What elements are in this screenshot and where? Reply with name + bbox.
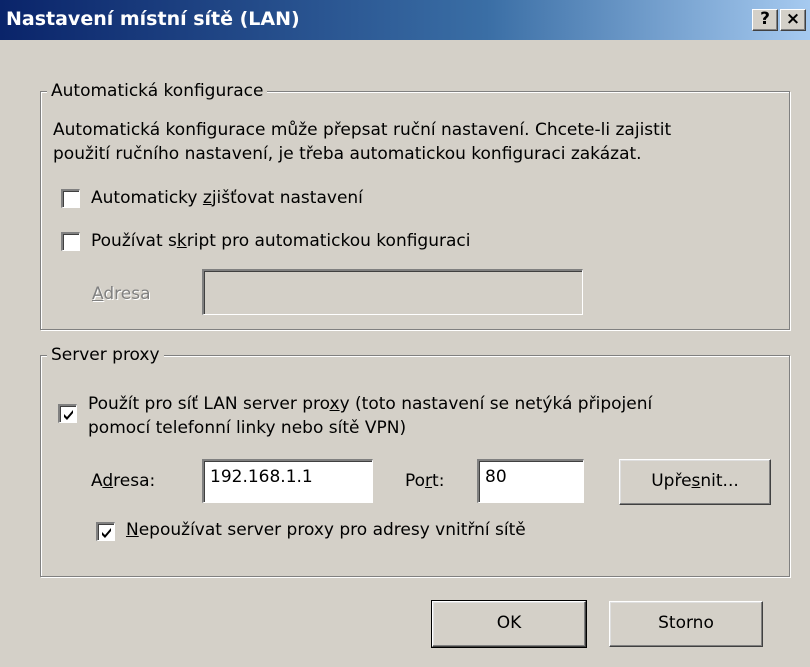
cancel-button[interactable]: Storno [609,601,763,647]
help-button[interactable]: ? [752,9,778,31]
close-button[interactable]: × [780,9,806,31]
auto-config-description-line2: použití ručního nastavení, je třeba auto… [53,144,642,164]
lan-settings-dialog: Nastavení místní sítě (LAN) ? × Automati… [0,0,810,667]
auto-script-label[interactable]: Používat skript pro automatickou konfigu… [91,231,470,251]
proxy-address-label: Adresa: [91,471,156,491]
title-bar[interactable]: Nastavení místní sítě (LAN) ? × [0,0,810,40]
proxy-port-label: Port: [405,471,445,491]
proxy-legend: Server proxy [47,345,164,365]
auto-config-description-line1: Automatická konfigurace může přepsat ruč… [53,120,672,140]
ok-button[interactable]: OK [431,600,587,648]
use-proxy-label-line2[interactable]: pomocí telefonní linky nebo sítě VPN) [88,418,406,438]
use-proxy-checkbox[interactable] [58,404,77,423]
checkmark-icon [64,410,73,420]
auto-detect-checkbox[interactable] [61,189,80,208]
auto-config-legend: Automatická konfigurace [47,81,268,101]
script-address-field[interactable] [202,269,583,315]
bypass-local-checkbox[interactable] [96,522,115,541]
proxy-port-field[interactable]: 80 [477,459,584,503]
auto-script-checkbox[interactable] [61,232,80,251]
bypass-local-label[interactable]: Nepoužívat server proxy pro adresy vnitř… [126,520,526,540]
use-proxy-label-line1[interactable]: Použít pro síť LAN server proxy (toto na… [88,394,652,414]
window-title: Nastavení místní sítě (LAN) [6,8,300,30]
checkmark-icon [102,528,111,538]
advanced-button[interactable]: Upřesnit... [619,459,771,505]
auto-detect-label[interactable]: Automaticky zjišťovat nastavení [91,188,363,208]
proxy-address-field[interactable]: 192.168.1.1 [202,459,373,503]
script-address-label: Adresa [92,284,151,304]
